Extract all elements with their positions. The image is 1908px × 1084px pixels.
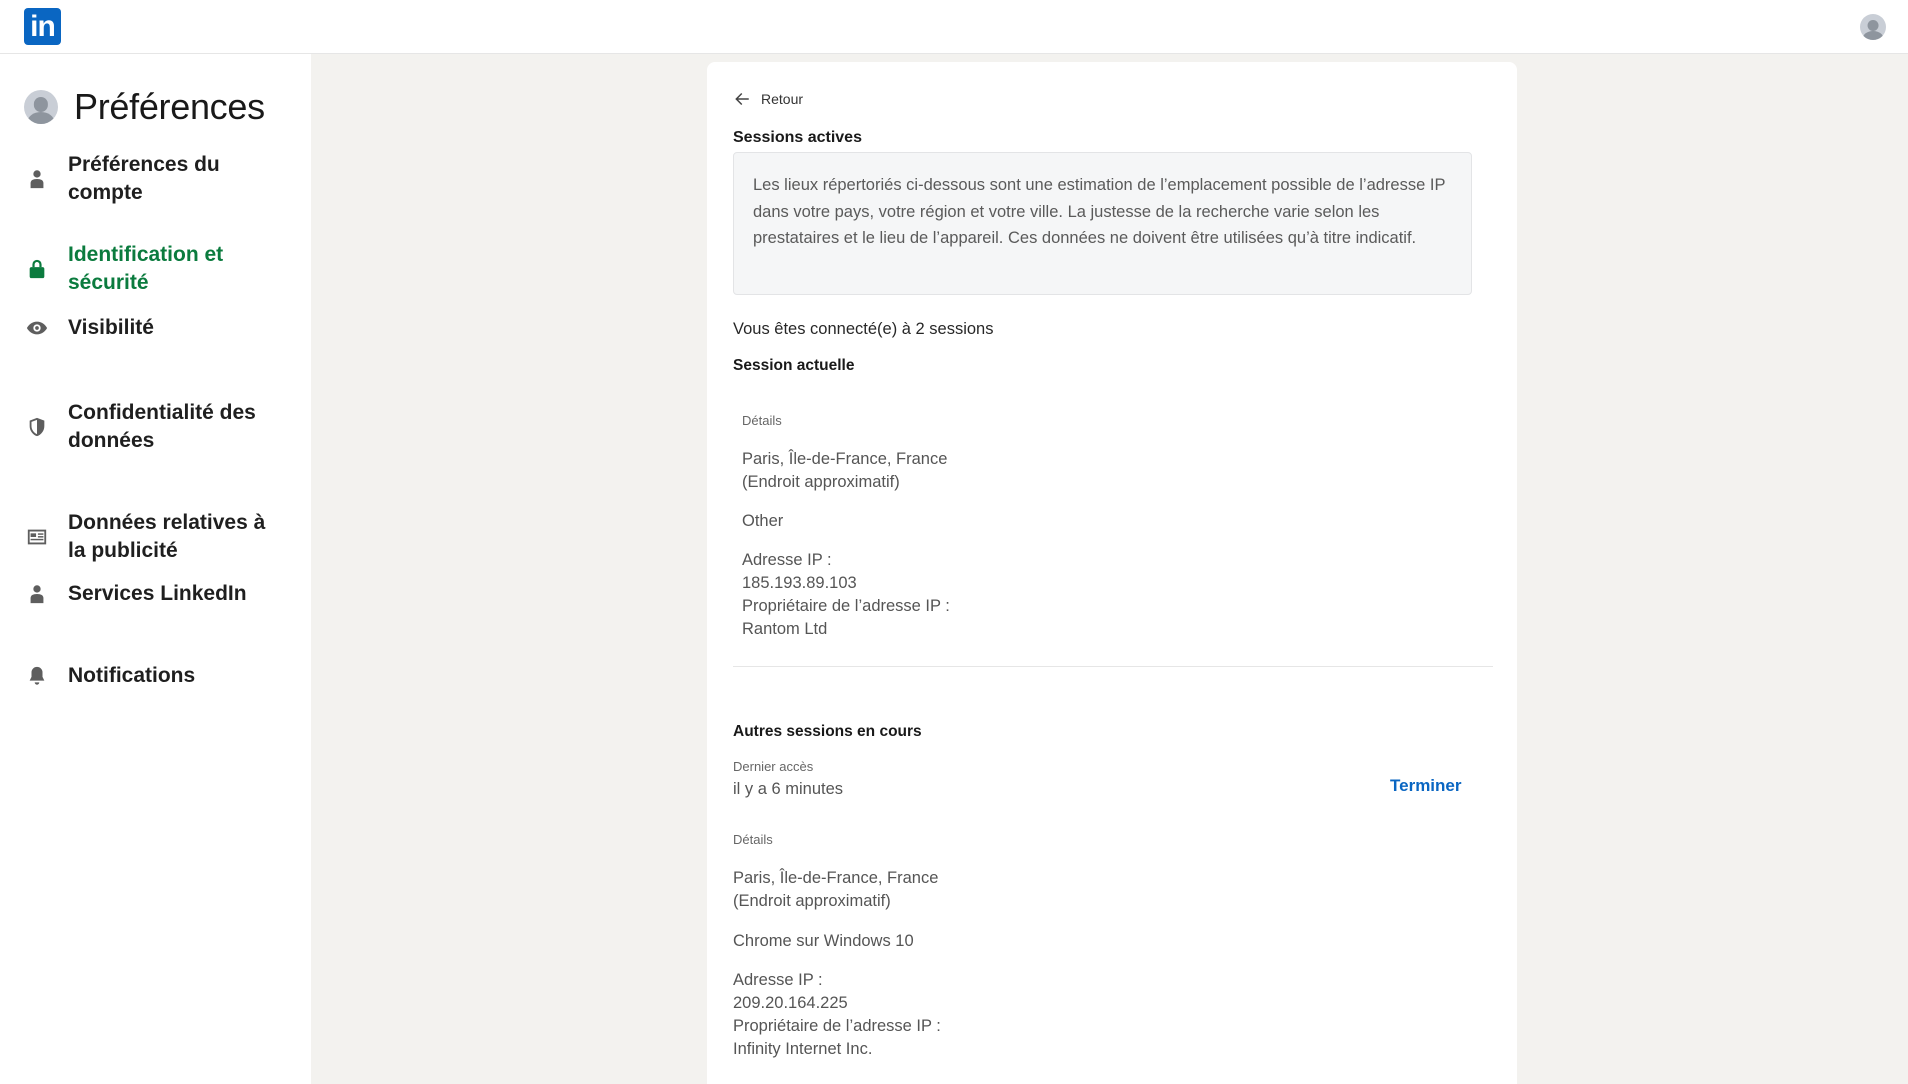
sidebar-item-visibility[interactable]: Visibilité [0, 314, 311, 342]
person-icon [26, 583, 48, 605]
avatar-body [1862, 31, 1884, 40]
session-count: Vous êtes connecté(e) à 2 sessions [733, 320, 994, 338]
settings-sidebar: Préférences Préférences du compte Identi… [0, 54, 311, 1084]
back-label: Retour [761, 91, 804, 107]
sidebar-item-account-preferences[interactable]: Préférences du compte [0, 151, 311, 207]
ip-address: 185.193.89.103 [742, 574, 857, 592]
back-link[interactable]: Retour [733, 90, 803, 108]
avatar-body [27, 112, 55, 124]
location-disclaimer: Les lieux répertoriés ci-dessous sont un… [733, 152, 1472, 295]
session-device: Other [742, 512, 784, 530]
session-location-note: (Endroit approximatif) [742, 473, 900, 491]
terminate-session-button[interactable]: Terminer [1390, 776, 1462, 796]
divider [733, 666, 1493, 667]
session-location-note: (Endroit approximatif) [733, 892, 891, 910]
ip-label: Adresse IP : [742, 551, 832, 569]
last-access-label: Dernier accès [733, 759, 814, 774]
sidebar-item-label: Visibilité [68, 316, 154, 339]
avatar-head [1867, 19, 1879, 31]
lock-icon [26, 258, 48, 280]
avatar-head [33, 97, 49, 112]
eye-icon [26, 317, 48, 339]
sidebar-item-label: Services LinkedIn [68, 582, 247, 605]
ip-label: Adresse IP : [733, 971, 823, 989]
sidebar-item-label: Données relatives à la publicité [68, 511, 266, 562]
sidebar-item-label: Identification et sécurité [68, 243, 224, 294]
details-label: Détails [733, 832, 773, 847]
profile-avatar[interactable] [24, 90, 58, 124]
bell-icon [26, 665, 48, 687]
ip-address: 209.20.164.225 [733, 994, 848, 1012]
newspaper-icon [26, 526, 48, 548]
user-avatar[interactable] [1860, 14, 1886, 40]
linkedin-logo[interactable]: in [24, 8, 61, 45]
details-label: Détails [742, 413, 782, 428]
sidebar-item-notifications[interactable]: Notifications [0, 662, 311, 690]
sidebar-title: Préférences [74, 86, 265, 127]
person-icon [26, 168, 48, 190]
ip-owner: Infinity Internet Inc. [733, 1040, 873, 1058]
other-sessions-heading: Autres sessions en cours [733, 723, 922, 740]
ip-owner-label: Propriétaire de l’adresse IP : [733, 1017, 941, 1035]
session-device: Chrome sur Windows 10 [733, 932, 914, 950]
shield-icon [26, 416, 48, 438]
sidebar-item-linkedin-services[interactable]: Services LinkedIn [0, 580, 311, 608]
top-bar: in [0, 0, 1908, 54]
session-location: Paris, Île-de-France, France [733, 869, 939, 887]
sidebar-item-label: Confidentialité des données [68, 401, 256, 452]
last-access-value: il y a 6 minutes [733, 780, 844, 798]
active-sessions-card: Retour Sessions actives Les lieux répert… [707, 62, 1517, 1084]
sidebar-header: Préférences [24, 86, 265, 128]
sidebar-item-label: Préférences du compte [68, 153, 220, 204]
sidebar-item-label: Notifications [68, 664, 196, 687]
session-location: Paris, Île-de-France, France [742, 450, 948, 468]
sidebar-item-sign-in-security[interactable]: Identification et sécurité [0, 241, 311, 297]
page-title: Sessions actives [733, 129, 862, 146]
arrow-left-icon [735, 93, 749, 105]
sidebar-item-advertising-data[interactable]: Données relatives à la publicité [0, 509, 311, 565]
ip-owner: Rantom Ltd [742, 620, 828, 638]
sidebar-item-data-privacy[interactable]: Confidentialité des données [0, 399, 311, 455]
current-session-heading: Session actuelle [733, 357, 855, 374]
ip-owner-label: Propriétaire de l’adresse IP : [742, 597, 950, 615]
